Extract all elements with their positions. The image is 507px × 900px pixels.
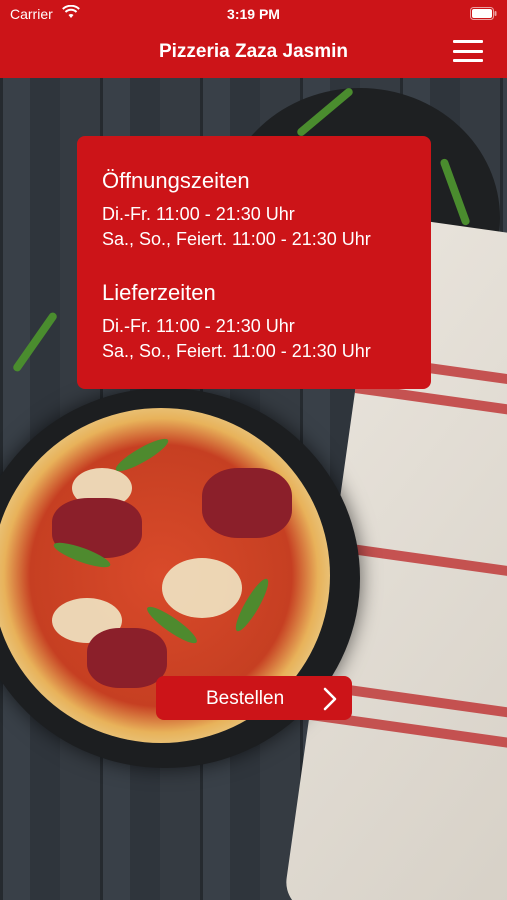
hamburger-menu-icon[interactable] — [453, 40, 483, 62]
top-bar: Carrier 3:19 PM Pizzeria Zaza Jasmin — [0, 0, 507, 78]
clock: 3:19 PM — [227, 6, 280, 22]
status-bar: Carrier 3:19 PM — [0, 0, 507, 28]
opening-hours-line: Di.-Fr. 11:00 - 21:30 Uhr — [102, 204, 295, 224]
opening-hours-title: Öffnungszeiten — [102, 168, 250, 193]
order-button-label: Bestellen — [206, 688, 285, 709]
order-button[interactable]: Bestellen — [156, 676, 352, 720]
opening-hours-line: Sa., So., Feiert. 11:00 - 21:30 Uhr — [102, 229, 371, 249]
delivery-hours-line: Di.-Fr. 11:00 - 21:30 Uhr — [102, 316, 295, 336]
arugula-decoration — [11, 311, 59, 373]
delivery-hours-line: Sa., So., Feiert. 11:00 - 21:30 Uhr — [102, 341, 371, 361]
page-title: Pizzeria Zaza Jasmin — [158, 41, 349, 62]
battery-icon — [470, 7, 497, 20]
delivery-hours-title: Lieferzeiten — [102, 280, 216, 305]
opening-hours-card: Öffnungszeiten Di.-Fr. 11:00 - 21:30 Uhr… — [77, 136, 431, 389]
chevron-right-icon — [323, 687, 337, 711]
